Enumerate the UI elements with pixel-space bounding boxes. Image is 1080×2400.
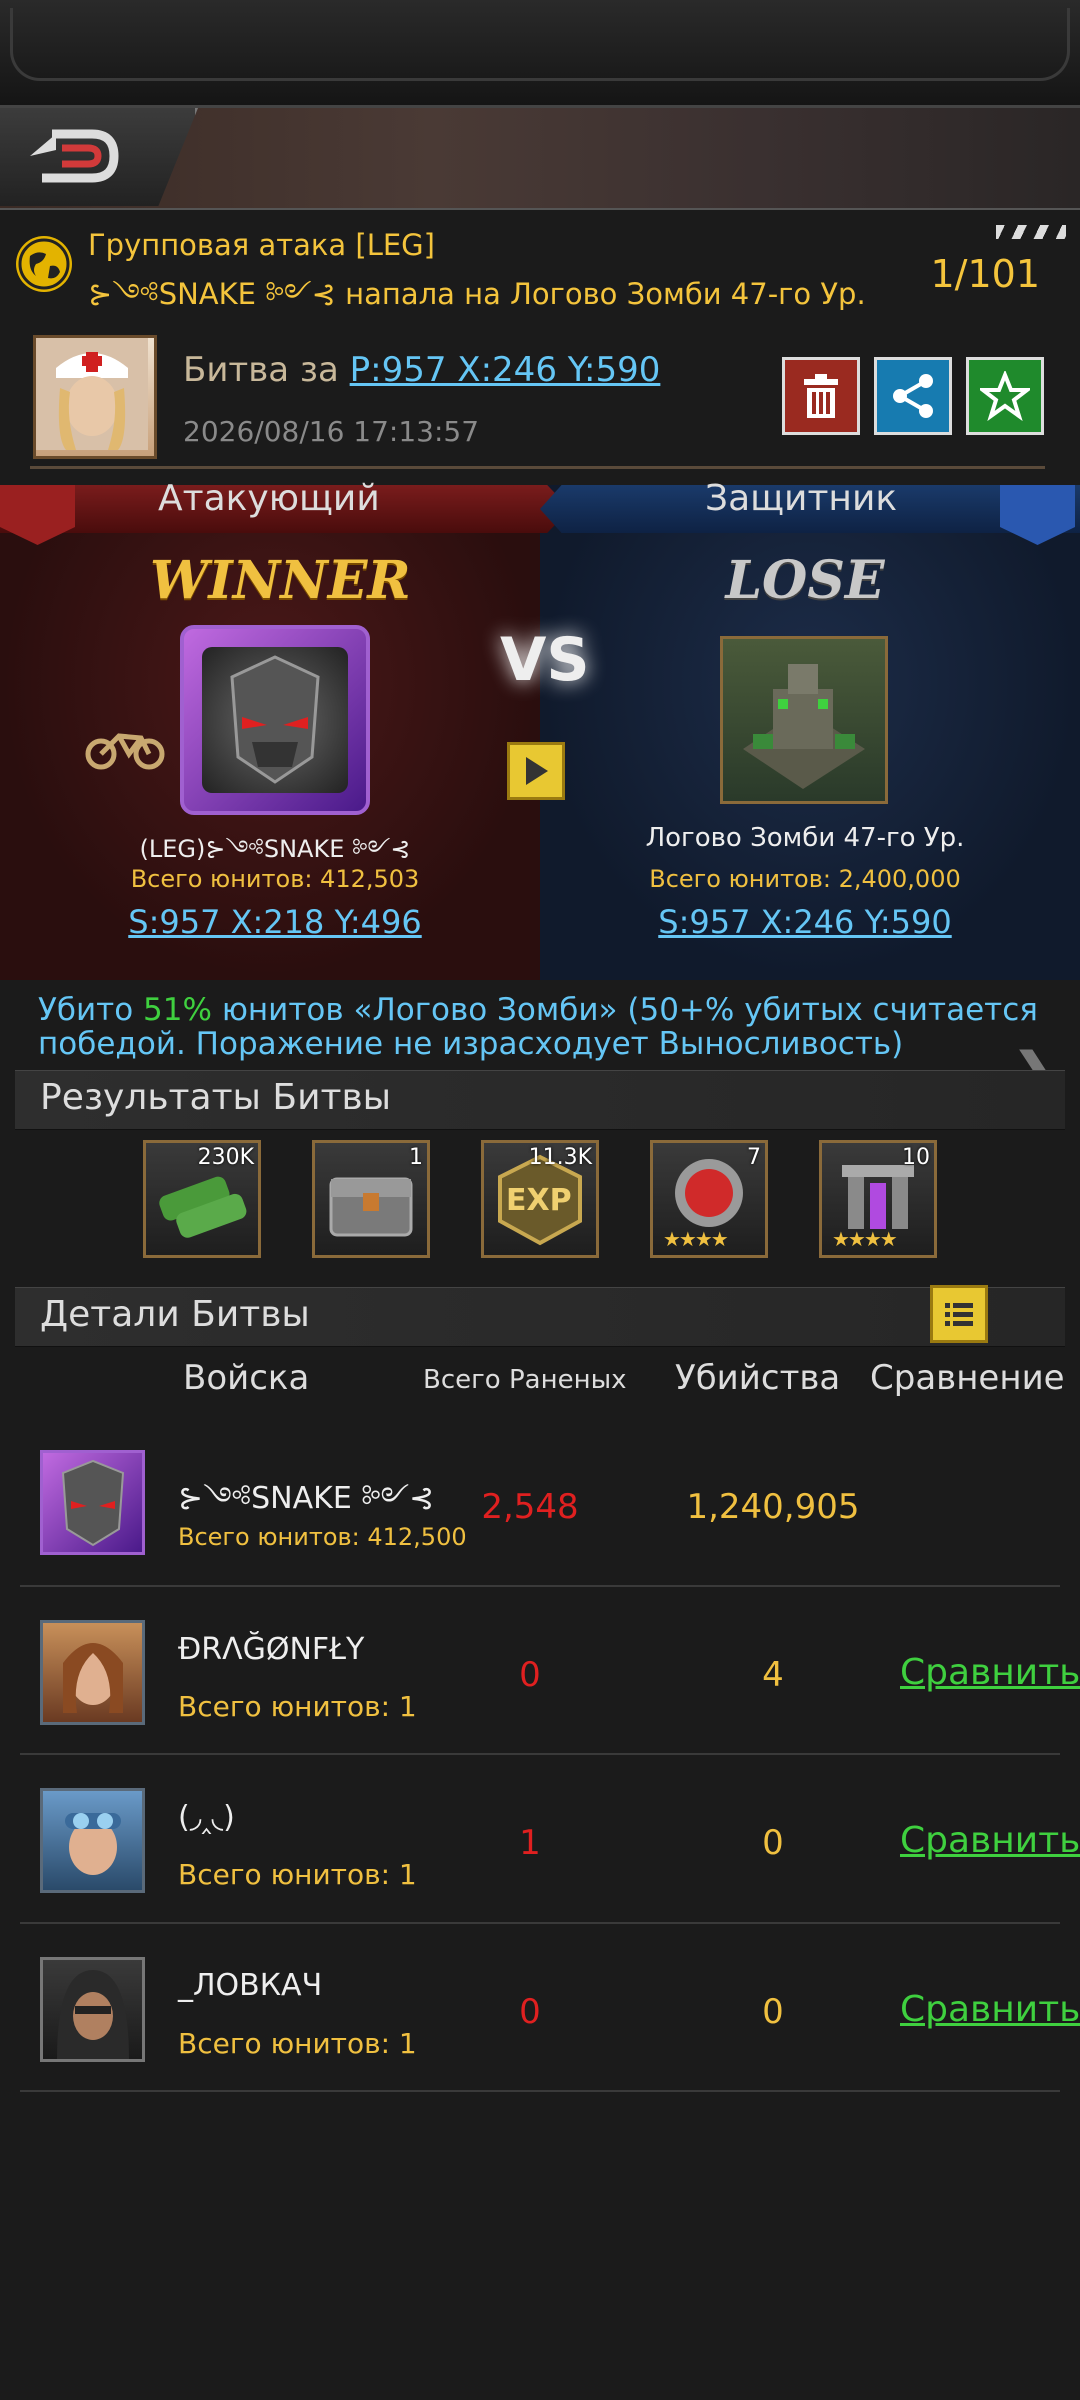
- battle-title-prefix: Битва за: [183, 350, 339, 390]
- results-header: Результаты Битвы: [15, 1070, 1065, 1130]
- kill-percent: 51%: [143, 992, 212, 1028]
- row-2-name: ĐRΛĞØNFŁY: [178, 1632, 365, 1667]
- battle-timestamp: 2026/08/16 17:13:57: [183, 415, 480, 448]
- row-3-compare-link[interactable]: Сравнить: [900, 1820, 1080, 1861]
- col-wounded: Всего Раненых: [423, 1365, 627, 1395]
- notification-count: 1/101: [930, 252, 1040, 296]
- attacker-hero-portrait[interactable]: [180, 625, 370, 815]
- row-3-wounded: 1: [519, 1823, 541, 1863]
- notification-action: напала на Логово Зомби 47-го Ур.: [345, 277, 866, 311]
- star-icon: [980, 371, 1030, 421]
- kill-info-text: Убито 51% юнитов «Логово Зомби» (50+% уб…: [38, 992, 1038, 1062]
- attacker-units: Всего юнитов: 412,503: [130, 865, 420, 893]
- results-title: Результаты Битвы: [40, 1077, 392, 1118]
- row-2-kills: 4: [762, 1655, 784, 1695]
- attacker-coord-link[interactable]: S:957 X:218 Y:496: [60, 903, 490, 941]
- row-divider: [20, 1753, 1060, 1755]
- row-3-kills: 0: [762, 1823, 784, 1863]
- reward-exp[interactable]: EXP 11.3K: [481, 1140, 599, 1258]
- row-divider: [20, 1585, 1060, 1587]
- row-4-kills: 0: [762, 1992, 784, 2032]
- battle-title: Битва за P:957 X:246 Y:590: [183, 350, 660, 390]
- lose-label: LOSE: [725, 550, 885, 611]
- motorcycle-icon: [85, 720, 165, 770]
- share-button[interactable]: [874, 357, 952, 435]
- zombie-lair-image[interactable]: [720, 636, 888, 804]
- globe-icon: [16, 236, 72, 292]
- row-divider: [20, 1922, 1060, 1924]
- row-avatar-hooded[interactable]: [40, 1957, 145, 2062]
- robot-hero-icon: [202, 647, 348, 793]
- reward-chest[interactable]: 1: [312, 1140, 430, 1258]
- row-avatar-dragonfly[interactable]: [40, 1620, 145, 1725]
- details-header: Детали Битвы: [15, 1287, 1065, 1347]
- col-kills: Убийства: [675, 1358, 841, 1398]
- row-3-name: (◞‸◟): [178, 1800, 235, 1835]
- attacker-label: Атакующий: [158, 478, 380, 519]
- reward-red-gem[interactable]: 7 ★★★★: [650, 1140, 768, 1258]
- reward-purple-tower[interactable]: 10 ★★★★: [819, 1140, 937, 1258]
- trash-icon: [804, 374, 838, 418]
- col-troops: Войска: [183, 1358, 310, 1398]
- defender-units: Всего юнитов: 2,400,000: [649, 865, 961, 893]
- top-frame: [0, 0, 1080, 108]
- replay-button[interactable]: [507, 742, 565, 800]
- row-avatar-pilot[interactable]: [40, 1788, 145, 1893]
- row-1-units: Всего юнитов: 412,500: [178, 1523, 467, 1551]
- row-4-compare-link[interactable]: Сравнить: [900, 1989, 1080, 2030]
- row-1-wounded: 2,548: [481, 1487, 579, 1527]
- row-4-wounded: 0: [519, 1992, 541, 2032]
- row-2-units: Всего юнитов: 1: [178, 1690, 417, 1723]
- details-title: Детали Битвы: [40, 1294, 310, 1335]
- play-icon: [526, 757, 548, 785]
- row-2-wounded: 0: [519, 1655, 541, 1695]
- share-icon: [893, 374, 933, 418]
- back-arrow-icon: [30, 129, 119, 183]
- list-icon: [945, 1303, 973, 1326]
- favorite-button[interactable]: [966, 357, 1044, 435]
- notification-attacker: ⊱༺SNAKE ༻⊰: [88, 277, 336, 311]
- col-compare: Сравнение: [870, 1358, 1065, 1398]
- defender-label: Защитник: [705, 478, 898, 519]
- exp-label: EXP: [506, 1183, 572, 1218]
- reward-battery[interactable]: 230K: [143, 1140, 261, 1258]
- row-2-compare-link[interactable]: Сравнить: [900, 1652, 1080, 1693]
- battle-coord-link[interactable]: P:957 X:246 Y:590: [350, 350, 661, 390]
- defender-name: Логово Зомби 47-го Ур.: [645, 823, 965, 853]
- row-1-kills: 1,240,905: [686, 1487, 860, 1527]
- row-4-units: Всего юнитов: 1: [178, 2027, 417, 2060]
- details-list-button[interactable]: [930, 1285, 988, 1343]
- vs-label: VS: [500, 625, 590, 695]
- header-divider: [30, 466, 1045, 469]
- row-avatar-robot[interactable]: [40, 1450, 145, 1555]
- player-avatar[interactable]: [33, 335, 157, 459]
- decor-stripes: [996, 225, 1066, 239]
- notification-title: Групповая атака [LEG]: [88, 228, 435, 262]
- delete-button[interactable]: [782, 357, 860, 435]
- winner-label: WINNER: [150, 550, 411, 611]
- notification-text: ⊱༺SNAKE ༻⊰ напала на Логово Зомби 47-го …: [88, 262, 866, 344]
- defender-coord-link[interactable]: S:957 X:246 Y:590: [590, 903, 1020, 941]
- row-4-name: _ЛОВКАЧ: [178, 1968, 323, 2003]
- row-3-units: Всего юнитов: 1: [178, 1858, 417, 1891]
- row-divider: [20, 2090, 1060, 2092]
